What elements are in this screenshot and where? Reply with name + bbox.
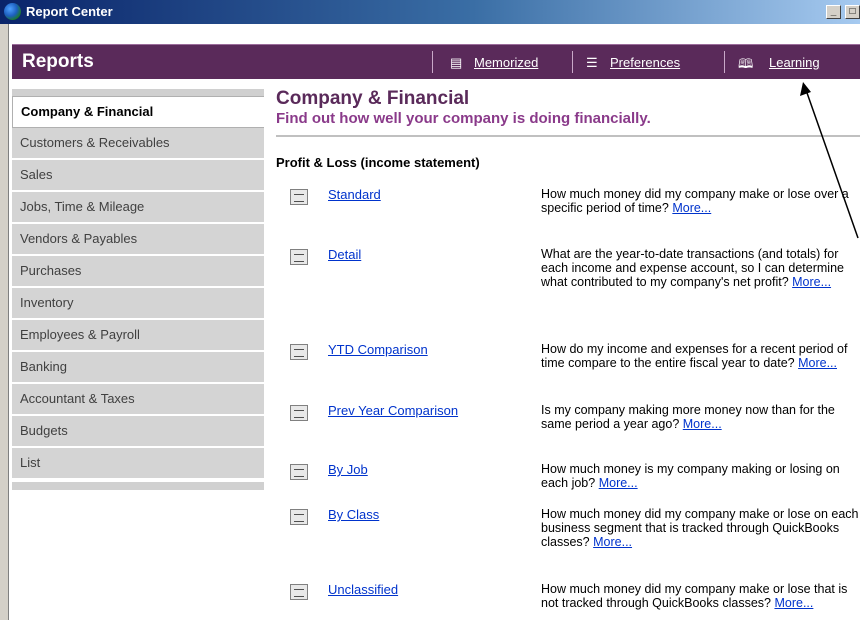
- report-icon[interactable]: [290, 344, 308, 360]
- description-text: How much money did my company make or lo…: [541, 507, 859, 549]
- more-link[interactable]: More...: [792, 275, 831, 289]
- sidebar-item-customers-receivables[interactable]: Customers & Receivables: [12, 128, 264, 160]
- sidebar-item-vendors-payables[interactable]: Vendors & Payables: [12, 224, 264, 256]
- more-link[interactable]: More...: [774, 596, 813, 610]
- page-title: Reports: [22, 51, 94, 72]
- report-icon[interactable]: [290, 405, 308, 421]
- minimize-button[interactable]: _: [826, 5, 841, 19]
- report-link-prev-year-comparison[interactable]: Prev Year Comparison: [328, 403, 458, 418]
- report-icon[interactable]: [290, 189, 308, 205]
- sidebar-item-list[interactable]: List: [12, 448, 264, 480]
- report-description: How do my income and expenses for a rece…: [541, 342, 859, 370]
- more-link[interactable]: More...: [593, 535, 632, 549]
- learning-link[interactable]: Learning: [769, 55, 820, 70]
- description-text: How much money is my company making or l…: [541, 462, 840, 490]
- window-title: Report Center: [26, 4, 113, 19]
- main-heading: Company & Financial Find out how well yo…: [276, 88, 860, 127]
- header-divider: [724, 51, 725, 73]
- more-link[interactable]: More...: [599, 476, 638, 490]
- header-divider: [572, 51, 573, 73]
- title-bar: Report Center _ □: [0, 0, 860, 24]
- maximize-button[interactable]: □: [845, 5, 860, 19]
- sidebar-item-jobs-time-mileage[interactable]: Jobs, Time & Mileage: [12, 192, 264, 224]
- report-link-by-class[interactable]: By Class: [328, 507, 379, 522]
- report-icon[interactable]: [290, 249, 308, 265]
- report-description: Is my company making more money now than…: [541, 403, 859, 431]
- report-description: How much money is my company making or l…: [541, 462, 859, 490]
- sidebar-item-sales[interactable]: Sales: [12, 160, 264, 192]
- globe-icon: [4, 3, 21, 20]
- report-description: How much money did my company make or lo…: [541, 507, 859, 549]
- window-frame: [0, 24, 9, 620]
- preferences-icon: ☰: [586, 55, 598, 70]
- sidebar-cap: [12, 89, 264, 96]
- more-link[interactable]: More...: [683, 417, 722, 431]
- report-link-standard[interactable]: Standard: [328, 187, 381, 202]
- sidebar-item-inventory[interactable]: Inventory: [12, 288, 264, 320]
- section-heading: Profit & Loss (income statement): [276, 155, 480, 170]
- report-link-unclassified[interactable]: Unclassified: [328, 582, 398, 597]
- sidebar-item-purchases[interactable]: Purchases: [12, 256, 264, 288]
- report-icon[interactable]: [290, 464, 308, 480]
- report-row: Unclassified How much money did my compa…: [290, 582, 860, 620]
- preferences-link[interactable]: Preferences: [610, 55, 680, 70]
- sidebar-item-banking[interactable]: Banking: [12, 352, 264, 384]
- content-title: Company & Financial: [276, 88, 470, 109]
- memorized-icon: ▤: [450, 55, 463, 70]
- report-icon[interactable]: [290, 584, 308, 600]
- report-description: How much money did my company make or lo…: [541, 187, 859, 215]
- content-subtitle: Find out how well your company is doing …: [276, 110, 651, 127]
- sidebar-item-employees-payroll[interactable]: Employees & Payroll: [12, 320, 264, 352]
- sidebar-item-company-financial[interactable]: Company & Financial: [12, 96, 264, 128]
- more-link[interactable]: More...: [798, 356, 837, 370]
- sidebar-bottom-cap: [12, 482, 264, 490]
- report-description: How much money did my company make or lo…: [541, 582, 859, 610]
- report-link-detail[interactable]: Detail: [328, 247, 361, 262]
- reports-header: Reports ▤ Memorized ☰ Preferences 🕮 Lear…: [12, 44, 860, 79]
- sidebar-item-accountant-taxes[interactable]: Accountant & Taxes: [12, 384, 264, 416]
- report-link-ytd-comparison[interactable]: YTD Comparison: [328, 342, 428, 357]
- header-divider: [432, 51, 433, 73]
- book-icon: 🕮: [738, 56, 754, 71]
- report-icon[interactable]: [290, 509, 308, 525]
- sidebar-item-budgets[interactable]: Budgets: [12, 416, 264, 448]
- more-link[interactable]: More...: [672, 201, 711, 215]
- divider: [276, 135, 860, 137]
- sidebar: Company & Financial Customers & Receivab…: [12, 89, 264, 490]
- report-link-by-job[interactable]: By Job: [328, 462, 368, 477]
- memorized-link[interactable]: Memorized: [474, 55, 538, 70]
- report-description: What are the year-to-date transactions (…: [541, 247, 859, 289]
